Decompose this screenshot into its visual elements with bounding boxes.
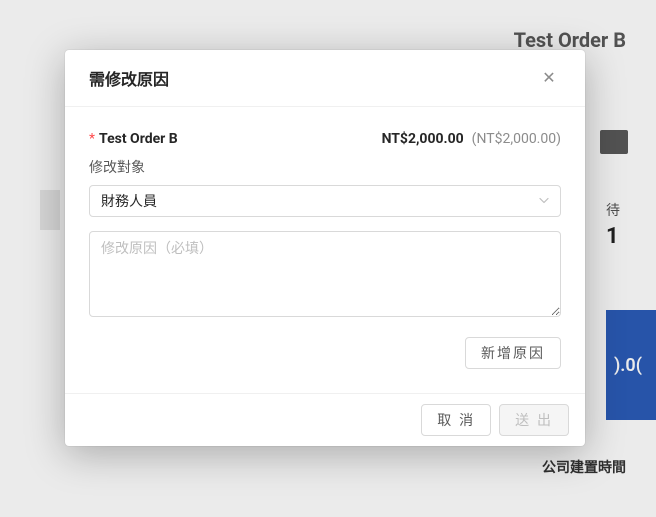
amount-sub: (NT$2,000.00) (472, 131, 561, 147)
order-amounts: NT$2,000.00 (NT$2,000.00) (382, 131, 561, 147)
modal-title: 需修改原因 (89, 66, 169, 90)
order-row: *Test Order B NT$2,000.00 (NT$2,000.00) (89, 131, 561, 147)
target-select-wrapper[interactable]: 財務人員 (89, 185, 561, 217)
modal-body: *Test Order B NT$2,000.00 (NT$2,000.00) … (65, 107, 585, 393)
add-reason-row: 新增原因 (89, 337, 561, 369)
amount-main: NT$2,000.00 (382, 131, 464, 147)
order-name-text: Test Order B (99, 131, 178, 147)
submit-button[interactable]: 送 出 (499, 404, 569, 436)
target-select[interactable]: 財務人員 (89, 185, 561, 217)
reason-textarea[interactable] (89, 231, 561, 317)
target-select-value: 財務人員 (101, 191, 157, 211)
modal-footer: 取 消 送 出 (65, 393, 585, 446)
order-name: *Test Order B (89, 131, 178, 147)
target-label: 修改對象 (89, 157, 561, 177)
cancel-button[interactable]: 取 消 (421, 404, 491, 436)
close-button[interactable]: ✕ (537, 66, 561, 90)
add-reason-button[interactable]: 新增原因 (465, 337, 561, 369)
modification-reason-modal: 需修改原因 ✕ *Test Order B NT$2,000.00 (NT$2,… (65, 50, 585, 446)
modal-header: 需修改原因 ✕ (65, 50, 585, 107)
close-icon: ✕ (542, 68, 555, 88)
required-mark: * (89, 131, 95, 147)
